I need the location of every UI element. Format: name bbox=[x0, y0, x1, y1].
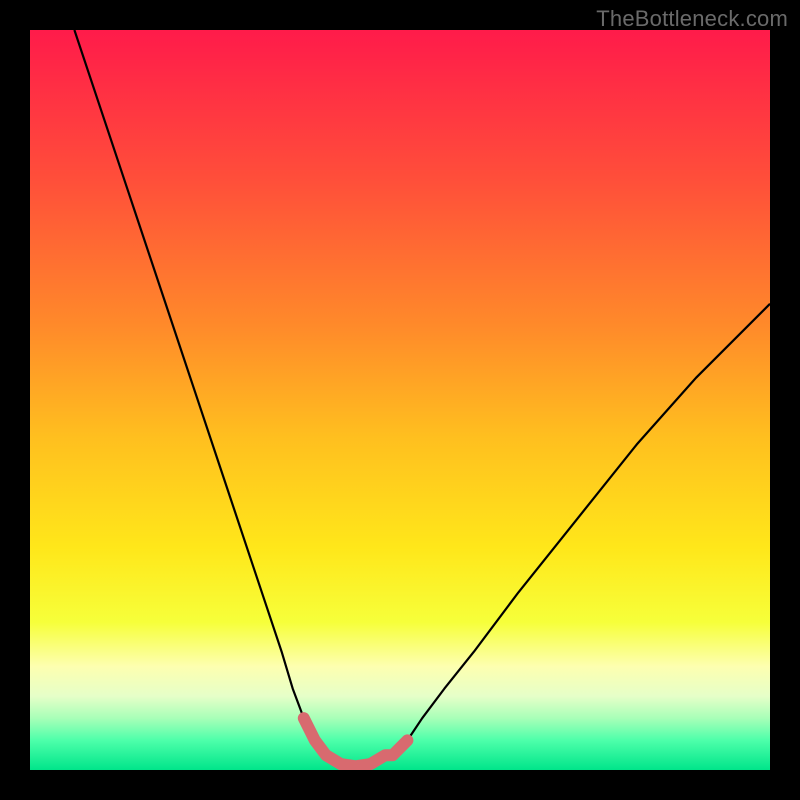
plot-area bbox=[30, 30, 770, 770]
gradient-background bbox=[30, 30, 770, 770]
watermark-text: TheBottleneck.com bbox=[596, 6, 788, 32]
chart-frame: TheBottleneck.com bbox=[0, 0, 800, 800]
chart-svg bbox=[30, 30, 770, 770]
